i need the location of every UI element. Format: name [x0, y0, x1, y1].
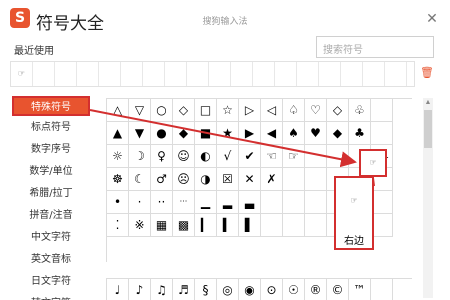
symbol-preview-popup: ☞ 右边: [334, 176, 374, 250]
highlighted-symbol-cell[interactable]: ☞: [359, 149, 387, 177]
preview-symbol: ☞: [350, 196, 358, 205]
preview-label: 右边: [344, 236, 364, 247]
arrow-to-highlight: [89, 109, 357, 168]
